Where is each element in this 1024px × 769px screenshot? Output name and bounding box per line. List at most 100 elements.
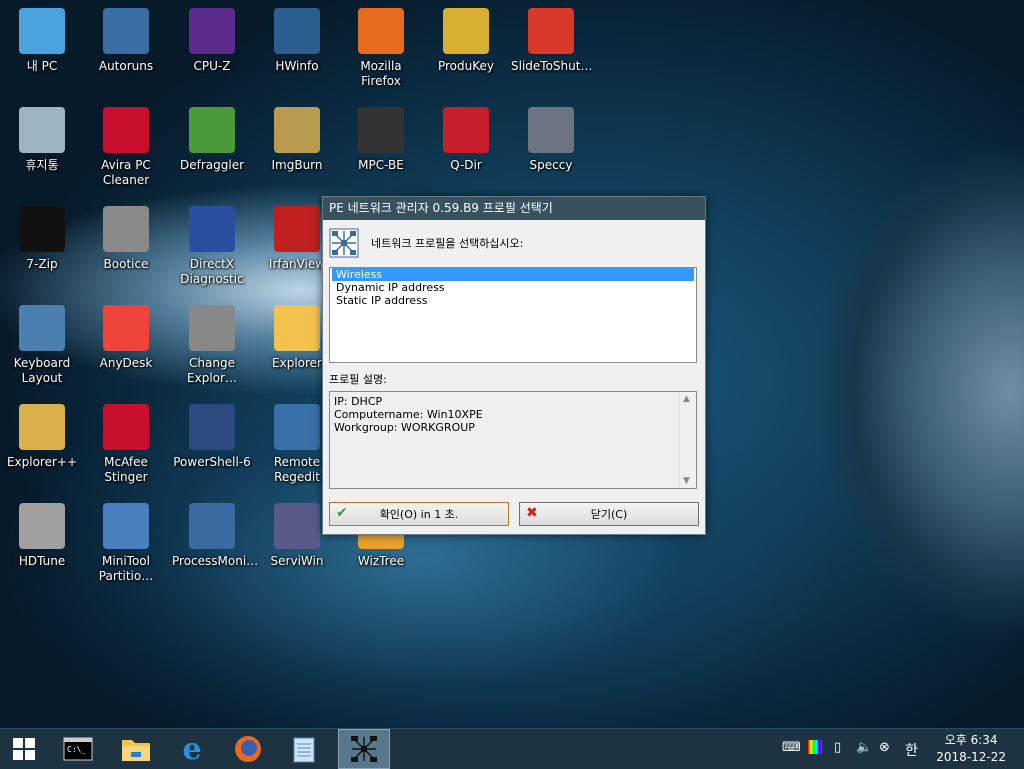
qdir-icon bbox=[443, 107, 489, 153]
cpu-icon bbox=[189, 8, 235, 54]
regedit-icon bbox=[274, 404, 320, 450]
directx-icon bbox=[189, 206, 235, 252]
clapper-icon bbox=[358, 107, 404, 153]
checkmark-icon: ✔ bbox=[336, 505, 348, 521]
notepad-icon bbox=[293, 737, 315, 763]
close-icon: ✖ bbox=[526, 505, 538, 521]
desktop-icon[interactable]: Mozilla Firefox bbox=[339, 2, 423, 89]
taskbar-network-manager[interactable] bbox=[338, 729, 390, 769]
desktop-icon[interactable]: Q-Dir bbox=[424, 101, 508, 173]
ok-button[interactable]: ✔ 확인(O) in 1 초. bbox=[329, 502, 509, 526]
description-line: IP: DHCP bbox=[334, 395, 383, 408]
anydesk-icon bbox=[103, 305, 149, 351]
desktop-icon[interactable]: MiniTool Partitio… bbox=[84, 497, 168, 584]
profile-list-item[interactable]: Wireless bbox=[332, 268, 694, 281]
irfanview-icon bbox=[274, 206, 320, 252]
profile-list-item[interactable]: Dynamic IP address bbox=[332, 281, 694, 294]
desktop-icon[interactable]: MPC-BE bbox=[339, 101, 423, 173]
folder-plus-icon bbox=[19, 404, 65, 450]
start-button[interactable] bbox=[2, 729, 46, 769]
profile-selector-dialog: PE 네트워크 관리자 0.59.B9 프로필 선택기 네트워크 프로필을 선택… bbox=[322, 196, 706, 535]
cmd-icon: C:\_ bbox=[63, 737, 93, 761]
desktop-icon-label: HDTune bbox=[18, 554, 66, 568]
monitor-icon bbox=[189, 305, 235, 351]
clock[interactable]: 오후 6:34 2018-12-22 bbox=[936, 732, 1006, 766]
desktop-icon[interactable]: Change Explor… bbox=[170, 299, 254, 386]
prompt-label: 네트워크 프로필을 선택하십시오: bbox=[371, 237, 524, 250]
color-display-icon[interactable] bbox=[808, 740, 822, 754]
powershell-icon bbox=[189, 404, 235, 450]
desktop-icon-label: McAfee Stinger bbox=[104, 455, 148, 484]
desktop-icon-label: ProcessMoni… bbox=[172, 554, 259, 568]
usb-icon[interactable]: ▯ bbox=[834, 740, 841, 755]
ime-indicator[interactable]: 한 bbox=[905, 740, 918, 760]
prompt-row: 네트워크 프로필을 선택하십시오: bbox=[329, 227, 523, 259]
hwinfo-icon bbox=[274, 8, 320, 54]
network-disconnected-icon[interactable]: ⊗ bbox=[879, 740, 890, 755]
desktop-icon[interactable]: ProcessMoni… bbox=[170, 497, 259, 569]
desktop-icon[interactable]: HDTune bbox=[0, 497, 84, 569]
taskbar-notepad[interactable] bbox=[282, 729, 326, 769]
recycle-bin-icon bbox=[19, 107, 65, 153]
keyboard-icon[interactable]: ⌨ bbox=[782, 740, 801, 755]
desktop-icon-label: Avira PC Cleaner bbox=[101, 158, 151, 187]
desktop-icon[interactable]: McAfee Stinger bbox=[84, 398, 168, 485]
desktop-icon[interactable]: ProduKey bbox=[424, 2, 508, 74]
taskbar-explorer[interactable] bbox=[114, 729, 158, 769]
firefox-icon bbox=[235, 736, 261, 762]
desktop-icon[interactable]: Speccy bbox=[509, 101, 593, 173]
defraggler-icon bbox=[189, 107, 235, 153]
speccy-icon bbox=[528, 107, 574, 153]
firefox-icon bbox=[358, 8, 404, 54]
profile-list[interactable]: Wireless Dynamic IP address Static IP addr… bbox=[329, 267, 697, 363]
power-icon bbox=[528, 8, 574, 54]
desktop-icon-label: WizTree bbox=[357, 554, 405, 568]
desktop-icon[interactable]: AnyDesk bbox=[84, 299, 168, 371]
minitool-icon bbox=[103, 503, 149, 549]
profile-list-item[interactable]: Static IP address bbox=[332, 294, 694, 307]
svg-text:C:\_: C:\_ bbox=[67, 745, 86, 754]
desktop-icon-label: Autoruns bbox=[98, 59, 154, 73]
desktop-icon-label: 휴지통 bbox=[25, 158, 59, 172]
desktop-icon[interactable]: Avira PC Cleaner bbox=[84, 101, 168, 188]
network-icon bbox=[329, 228, 359, 258]
desktop-icon[interactable]: Bootice bbox=[84, 200, 168, 272]
desktop-icon-label: Defraggler bbox=[179, 158, 245, 172]
scroll-down-icon[interactable]: ▼ bbox=[683, 476, 690, 486]
desktop-icon-label: MiniTool Partitio… bbox=[98, 554, 154, 583]
key-icon bbox=[443, 8, 489, 54]
ok-button-label: 확인(O) in 1 초. bbox=[379, 508, 459, 521]
desktop-icon[interactable]: 휴지통 bbox=[0, 101, 84, 173]
avira-icon bbox=[103, 107, 149, 153]
computer-icon bbox=[19, 8, 65, 54]
floppy-icon bbox=[103, 206, 149, 252]
close-button-label: 닫기(C) bbox=[590, 508, 628, 521]
hdtune-icon bbox=[19, 503, 65, 549]
mcafee-icon bbox=[103, 404, 149, 450]
desktop-icon[interactable]: Defraggler bbox=[170, 101, 254, 173]
desktop-icon[interactable]: ImgBurn bbox=[255, 101, 339, 173]
taskbar-cmd[interactable]: C:\_ bbox=[56, 729, 100, 769]
desktop-icon-label: CPU-Z bbox=[193, 59, 231, 73]
close-button[interactable]: ✖ 닫기(C) bbox=[519, 502, 699, 526]
desktop-icon[interactable]: Explorer++ bbox=[0, 398, 84, 470]
desktop-icon[interactable]: SlideToShut… bbox=[509, 2, 593, 74]
description-box[interactable]: IP: DHCP Computername: Win10XPE Workgroup:… bbox=[329, 391, 697, 489]
desktop-icon[interactable]: HWinfo bbox=[255, 2, 339, 74]
scroll-up-icon[interactable]: ▲ bbox=[683, 394, 690, 404]
desktop-icon-label: 7-Zip bbox=[26, 257, 58, 271]
volume-icon[interactable]: 🔈 bbox=[856, 740, 872, 755]
desktop-icon[interactable]: Keyboard Layout bbox=[0, 299, 84, 386]
desktop-icon[interactable]: CPU-Z bbox=[170, 2, 254, 74]
taskbar-ie[interactable]: e bbox=[170, 729, 214, 769]
desktop-icon[interactable]: Autoruns bbox=[84, 2, 168, 74]
desktop-icon[interactable]: 내 PC bbox=[0, 2, 84, 74]
taskbar-firefox[interactable] bbox=[226, 729, 270, 769]
description-text: IP: DHCP Computername: Win10XPE Workgroup:… bbox=[330, 392, 696, 437]
desktop-icon[interactable]: PowerShell-6 bbox=[170, 398, 254, 470]
desktop-icon[interactable]: 7-Zip bbox=[0, 200, 84, 272]
clock-time: 오후 6:34 bbox=[944, 733, 998, 747]
description-scrollbar[interactable]: ▲ ▼ bbox=[679, 392, 696, 488]
dialog-title[interactable]: PE 네트워크 관리자 0.59.B9 프로필 선택기 bbox=[323, 197, 705, 220]
desktop-icon[interactable]: DirectX Diagnostic bbox=[170, 200, 254, 287]
